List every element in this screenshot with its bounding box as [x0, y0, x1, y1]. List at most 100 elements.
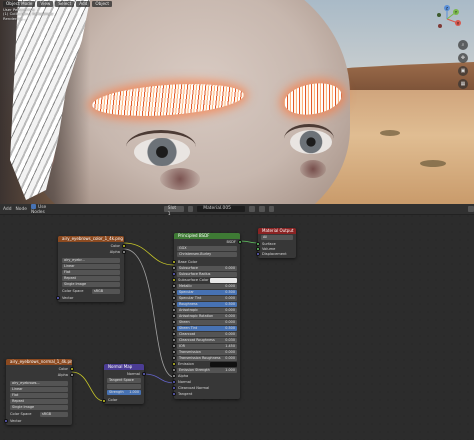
strength-field[interactable]: Strength 1.000	[107, 390, 141, 395]
source-dropdown[interactable]: Single Image	[10, 405, 68, 410]
link-color-to-base-color	[123, 242, 175, 266]
extension-dropdown[interactable]: Repeat	[10, 399, 68, 404]
socket-clearcoat-in[interactable]	[172, 332, 176, 336]
socket-vector-in[interactable]	[56, 296, 60, 300]
grid-icon[interactable]: ▦	[458, 79, 468, 89]
subsurface-field[interactable]: Subsurface 0.000	[177, 265, 237, 271]
sheen-field[interactable]: Sheen 0.000	[177, 319, 237, 325]
subsurface-method-dropdown[interactable]: Christensen-Burley	[177, 252, 237, 257]
image-texture-node-color[interactable]: airy_eyebrows_color_1_4k.png Color Alpha…	[56, 236, 126, 302]
zoom-icon[interactable]: ⌕	[458, 40, 468, 50]
socket-specular-in[interactable]	[172, 290, 176, 294]
strength-label: Strength	[109, 390, 124, 394]
socket-color-out[interactable]	[122, 244, 126, 248]
socket-specular-tint-in[interactable]	[172, 296, 176, 300]
link-normal-color-to-map	[71, 371, 105, 402]
metallic-field[interactable]: Metallic 0.000	[177, 283, 237, 289]
color-space-dropdown[interactable]: sRGB	[92, 288, 120, 294]
desert-bush	[420, 160, 446, 167]
socket-normal-out[interactable]	[142, 372, 146, 376]
socket-sheen-tint-in[interactable]	[172, 326, 176, 330]
socket-emission-strength-in[interactable]	[172, 368, 176, 372]
space-dropdown[interactable]: Tangent Space	[107, 378, 141, 383]
socket-vector-in[interactable]	[4, 419, 8, 423]
emission-swatch[interactable]	[210, 361, 237, 367]
neg-x-axis-icon[interactable]	[438, 24, 442, 28]
socket-transmission-in[interactable]	[172, 350, 176, 354]
select-menu[interactable]: Select	[55, 0, 75, 7]
distribution-dropdown[interactable]: GGX	[177, 246, 237, 251]
projection-dropdown[interactable]: Flat	[10, 393, 68, 398]
input-tangent: Tangent	[178, 392, 193, 396]
add-menu[interactable]: Add	[76, 0, 91, 7]
clearcoat-roughness-value: 0.030	[225, 337, 235, 342]
sheen-value: 0.000	[225, 319, 235, 324]
socket-color-out[interactable]	[70, 367, 74, 371]
specular-tint-field[interactable]: Specular Tint 0.000	[177, 295, 237, 301]
transmission-field[interactable]: Transmission 0.000	[177, 349, 237, 355]
socket-alpha-out[interactable]	[70, 373, 74, 377]
sheen-label: Sheen	[179, 319, 190, 324]
clearcoat-label: Clearcoat	[179, 331, 196, 336]
socket-subsurface-radius-in[interactable]	[172, 272, 176, 276]
neg-y-axis-icon[interactable]	[437, 13, 441, 17]
right-eye	[290, 130, 332, 154]
socket-sheen-in[interactable]	[172, 320, 176, 324]
principled-bsdf-node[interactable]: Principled BSDF BSDF GGX Christensen-Bur…	[172, 233, 242, 399]
target-dropdown[interactable]: All	[261, 235, 293, 240]
3d-viewport[interactable]: Object Mode View Select Add Object User …	[0, 0, 474, 204]
navigation-gizmo[interactable]: Z X Y	[432, 4, 462, 34]
image-name: airy_eyebrows...	[12, 381, 40, 385]
ior-value: 1.450	[225, 343, 235, 348]
clearcoat-roughness-field[interactable]: Clearcoat Roughness 0.030	[177, 337, 237, 343]
object-menu[interactable]: Object	[92, 0, 112, 7]
input-vector: Vector	[62, 296, 74, 300]
normal-map-node[interactable]: Normal Map Normal Tangent Space Strength…	[102, 364, 146, 404]
socket-transmission-roughness-in[interactable]	[172, 356, 176, 360]
socket-bsdf-out[interactable]	[238, 240, 242, 244]
color-space-dropdown[interactable]: sRGB	[40, 411, 68, 417]
socket-subsurface-in[interactable]	[172, 266, 176, 270]
socket-roughness-in[interactable]	[172, 302, 176, 306]
view-menu[interactable]: View	[37, 0, 54, 7]
ior-field[interactable]: IOR 1.450	[177, 343, 237, 349]
roughness-field[interactable]: Roughness 0.500	[177, 301, 237, 307]
specular-tint-value: 0.000	[225, 295, 235, 300]
camera-icon[interactable]: ▣	[458, 66, 468, 76]
subsurface-label: Subsurface	[179, 265, 198, 270]
sheen-tint-field[interactable]: Sheen Tint 0.500	[177, 325, 237, 331]
image-selector[interactable]: airy_eyebr...	[62, 258, 120, 263]
source-dropdown[interactable]: Single Image	[62, 282, 120, 287]
socket-ior-in[interactable]	[172, 344, 176, 348]
anisotropic-field[interactable]: Anisotropic 0.000	[177, 307, 237, 313]
object-mode-dropdown[interactable]: Object Mode	[3, 0, 36, 7]
node-title: Material Output	[258, 228, 296, 234]
uv-map-field[interactable]	[107, 384, 141, 389]
specular-field[interactable]: Specular 0.500	[177, 289, 237, 295]
socket-clearcoat-roughness-in[interactable]	[172, 338, 176, 342]
interpolation-dropdown[interactable]: Linear	[10, 387, 68, 392]
interpolation-dropdown[interactable]: Linear	[62, 264, 120, 269]
image-selector[interactable]: airy_eyebrows...	[10, 381, 68, 386]
shader-node-editor[interactable]: Add Node Use Nodes Slot 1 Material.005 a…	[0, 204, 474, 440]
output-alpha: Alpha	[109, 250, 120, 254]
metallic-value: 0.000	[225, 283, 235, 288]
socket-anisotropic-rotation-in[interactable]	[172, 314, 176, 318]
viewport-header: Object Mode View Select Add Object	[0, 0, 474, 7]
material-output-node[interactable]: Material Output All Surface Volume Displ…	[256, 228, 296, 258]
anisotropic-rotation-field[interactable]: Anisotropic Rotation 0.000	[177, 313, 237, 319]
socket-alpha-out[interactable]	[122, 250, 126, 254]
socket-color-in[interactable]	[102, 399, 106, 403]
projection-dropdown[interactable]: Flat	[62, 270, 120, 275]
pan-icon[interactable]: ✥	[458, 53, 468, 63]
socket-metallic-in[interactable]	[172, 284, 176, 288]
clearcoat-field[interactable]: Clearcoat 0.000	[177, 331, 237, 337]
socket-anisotropic-in[interactable]	[172, 308, 176, 312]
image-texture-node-normal[interactable]: airy_eyebrows_normal_1_4k.png Color Alph…	[4, 359, 74, 425]
subsurface-radius-field[interactable]: Subsurface Radius	[177, 271, 237, 277]
transmission-roughness-field[interactable]: Transmission Roughness 0.000	[177, 355, 237, 361]
subsurface-color-swatch[interactable]	[210, 277, 237, 283]
extension-dropdown[interactable]: Repeat	[62, 276, 120, 281]
emission-strength-field[interactable]: Emission Strength 1.000	[177, 367, 237, 373]
socket-displacement-in[interactable]	[256, 252, 260, 256]
